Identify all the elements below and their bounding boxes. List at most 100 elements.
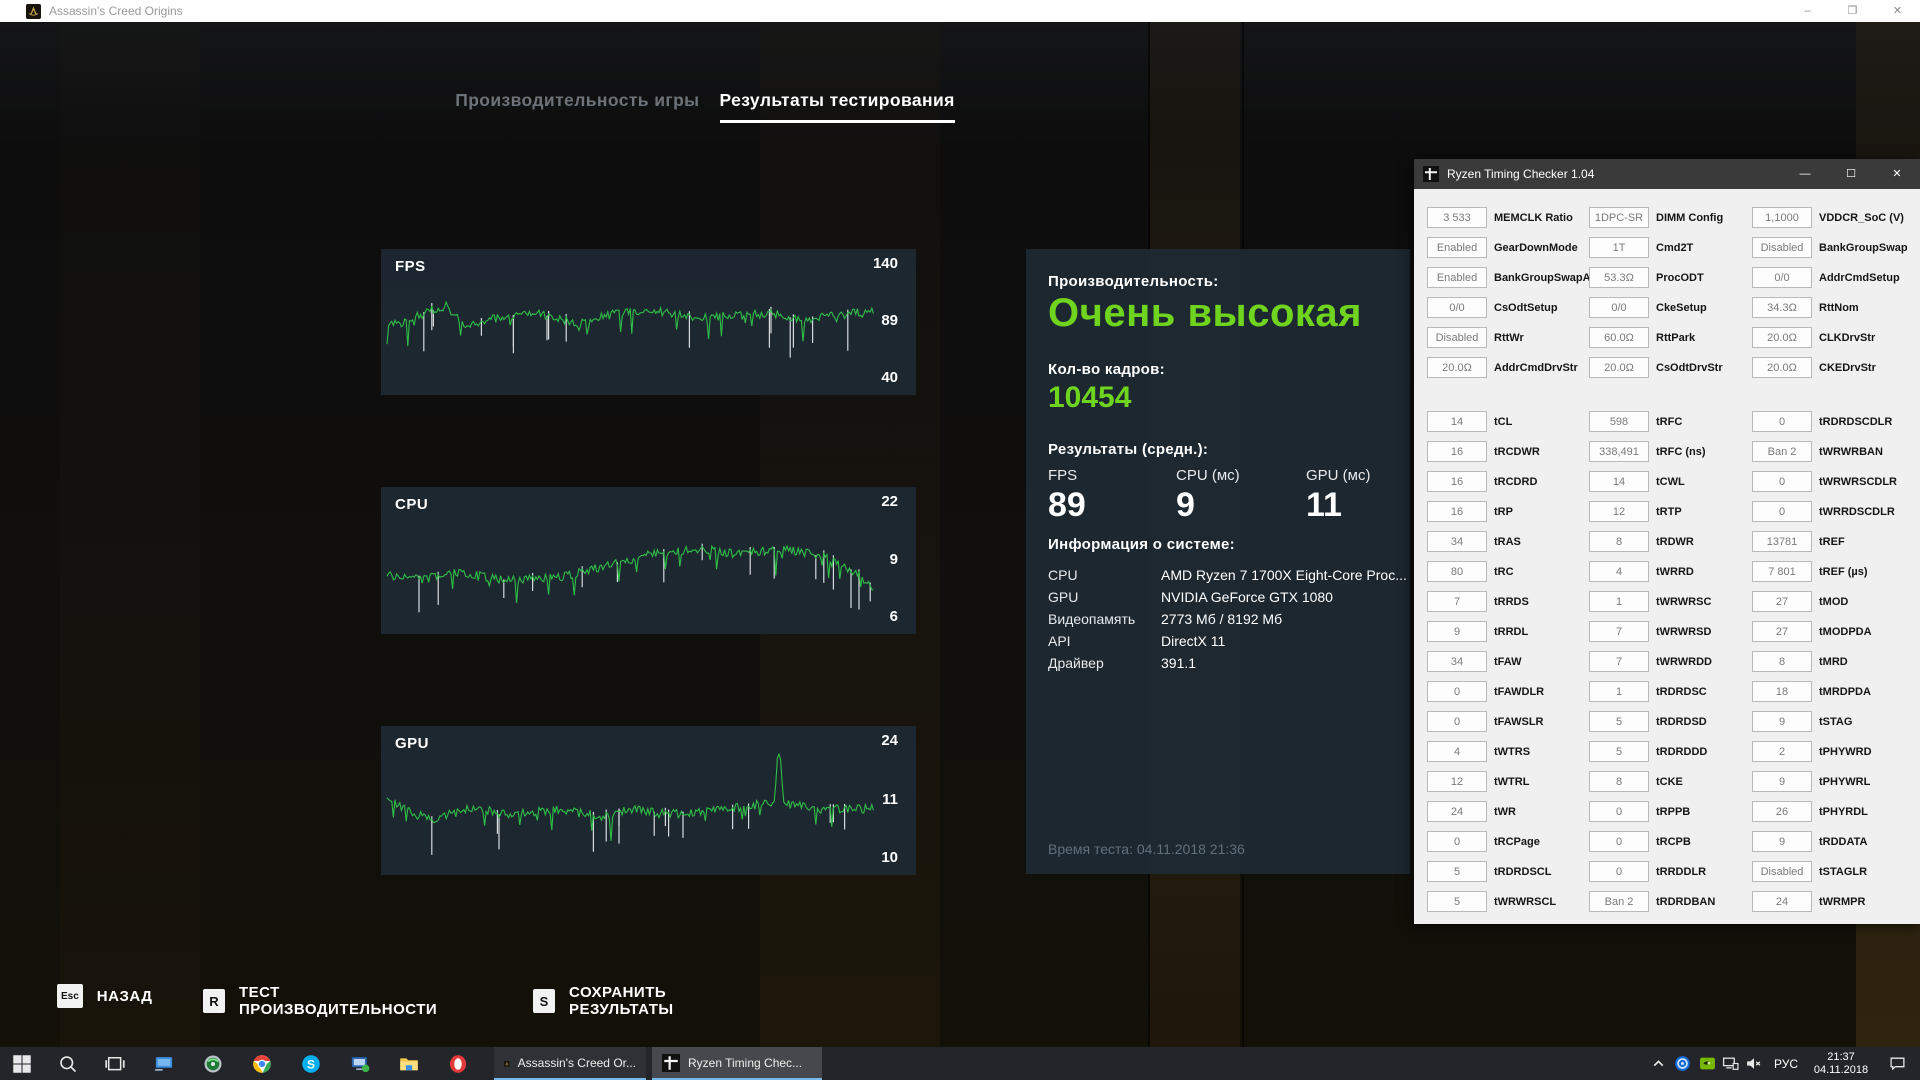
rtc-value-box[interactable]: Ban 2 bbox=[1752, 441, 1812, 462]
rtc-value-box[interactable]: 0/0 bbox=[1752, 267, 1812, 288]
rtc-value-box[interactable]: 4 bbox=[1589, 561, 1649, 582]
rtc-value-box[interactable]: 9 bbox=[1427, 621, 1487, 642]
rtc-value-box[interactable]: 0 bbox=[1589, 831, 1649, 852]
rtc-value-box[interactable]: 7 bbox=[1427, 591, 1487, 612]
tab-game-performance[interactable]: Производительность игры bbox=[455, 90, 699, 123]
rtc-value-box[interactable]: 0/0 bbox=[1427, 297, 1487, 318]
file-explorer-icon[interactable] bbox=[389, 1047, 429, 1080]
rtc-value-box[interactable]: 338,491 bbox=[1589, 441, 1649, 462]
tab-test-results[interactable]: Результаты тестирования bbox=[719, 90, 955, 123]
rtc-value-box[interactable]: 0 bbox=[1752, 501, 1812, 522]
rtc-value-box[interactable]: 1,1000 bbox=[1752, 207, 1812, 228]
display-app-icon[interactable] bbox=[144, 1047, 184, 1080]
rtc-value-box[interactable]: 0/0 bbox=[1589, 297, 1649, 318]
rtc-value-box[interactable]: 2 bbox=[1752, 741, 1812, 762]
rtc-value-box[interactable]: 0 bbox=[1752, 411, 1812, 432]
close-button[interactable]: ✕ bbox=[1875, 0, 1920, 22]
rtc-value-box[interactable]: 14 bbox=[1589, 471, 1649, 492]
blue-ring-icon[interactable] bbox=[1670, 1047, 1694, 1080]
rtc-minimize-button[interactable]: — bbox=[1782, 159, 1828, 189]
rtc-value-box[interactable]: 9 bbox=[1752, 711, 1812, 732]
rtc-value-box[interactable]: 26 bbox=[1752, 801, 1812, 822]
rtc-value-box[interactable]: 9 bbox=[1752, 771, 1812, 792]
rtc-value-box[interactable]: 0 bbox=[1427, 711, 1487, 732]
rtc-value-box[interactable]: 27 bbox=[1752, 621, 1812, 642]
rtc-value-box[interactable]: 3 533 bbox=[1427, 207, 1487, 228]
rtc-value-box[interactable]: 0 bbox=[1427, 681, 1487, 702]
language-indicator[interactable]: РУС bbox=[1766, 1047, 1806, 1080]
hidden-icons-chevron-icon[interactable] bbox=[1646, 1047, 1670, 1080]
nvidia-icon[interactable] bbox=[1695, 1047, 1719, 1080]
rtc-value-box[interactable]: 1T bbox=[1589, 237, 1649, 258]
rtc-value-box[interactable]: 16 bbox=[1427, 471, 1487, 492]
rtc-close-button[interactable]: ✕ bbox=[1874, 159, 1920, 189]
rtc-value-box[interactable]: 5 bbox=[1427, 861, 1487, 882]
rtc-maximize-button[interactable]: ☐ bbox=[1828, 159, 1874, 189]
rtc-value-box[interactable]: 34 bbox=[1427, 531, 1487, 552]
rtc-value-box[interactable]: 24 bbox=[1427, 801, 1487, 822]
rtc-value-box[interactable]: 53.3Ω bbox=[1589, 267, 1649, 288]
rtc-value-box[interactable]: 12 bbox=[1427, 771, 1487, 792]
volume-muted-icon[interactable] bbox=[1741, 1047, 1765, 1080]
rtc-value-box[interactable]: 13781 bbox=[1752, 531, 1812, 552]
rtc-value-box[interactable]: 598 bbox=[1589, 411, 1649, 432]
task-view-icon[interactable] bbox=[95, 1047, 135, 1080]
rtc-value-box[interactable]: 8 bbox=[1752, 651, 1812, 672]
minimize-button[interactable]: – bbox=[1785, 0, 1830, 22]
rtc-value-box[interactable]: 20.0Ω bbox=[1752, 327, 1812, 348]
rtc-value-box[interactable]: 7 801 bbox=[1752, 561, 1812, 582]
rtc-value-box[interactable]: 5 bbox=[1427, 891, 1487, 912]
network-icon[interactable] bbox=[1718, 1047, 1742, 1080]
rtc-value-box[interactable]: 14 bbox=[1427, 411, 1487, 432]
rtc-value-box[interactable]: 0 bbox=[1752, 471, 1812, 492]
rtc-value-box[interactable]: 5 bbox=[1589, 711, 1649, 732]
rtc-value-box[interactable]: 1 bbox=[1589, 591, 1649, 612]
rtc-value-box[interactable]: 80 bbox=[1427, 561, 1487, 582]
rtc-value-box[interactable]: 8 bbox=[1589, 531, 1649, 552]
rtc-value-box[interactable]: 1 bbox=[1589, 681, 1649, 702]
rtc-value-box[interactable]: Enabled bbox=[1427, 267, 1487, 288]
taskbar-app-assassins-creed[interactable]: Assassin's Creed Or... bbox=[494, 1047, 646, 1080]
rtc-titlebar[interactable]: Ryzen Timing Checker 1.04 — ☐ ✕ bbox=[1414, 159, 1920, 189]
rtc-value-box[interactable]: 8 bbox=[1589, 771, 1649, 792]
chrome-icon[interactable] bbox=[242, 1047, 282, 1080]
footer-button-back[interactable]: Esc НАЗАД bbox=[57, 984, 152, 1008]
action-center-icon[interactable] bbox=[1882, 1047, 1912, 1080]
opera-icon[interactable] bbox=[438, 1047, 478, 1080]
daemon-tools-icon[interactable] bbox=[193, 1047, 233, 1080]
footer-button-save-results[interactable]: S СОХРАНИТЬ РЕЗУЛЬТАТЫ bbox=[533, 984, 674, 1018]
rtc-value-box[interactable]: 34.3Ω bbox=[1752, 297, 1812, 318]
rtc-value-box[interactable]: 9 bbox=[1752, 831, 1812, 852]
search-icon[interactable] bbox=[48, 1047, 88, 1080]
rtc-value-box[interactable]: 0 bbox=[1589, 801, 1649, 822]
rtc-value-box[interactable]: 18 bbox=[1752, 681, 1812, 702]
rtc-value-box[interactable]: 60.0Ω bbox=[1589, 327, 1649, 348]
rtc-value-box[interactable]: 4 bbox=[1427, 741, 1487, 762]
rtc-value-box[interactable]: 20.0Ω bbox=[1752, 357, 1812, 378]
rtc-value-box[interactable]: 27 bbox=[1752, 591, 1812, 612]
start-icon[interactable] bbox=[2, 1047, 42, 1080]
rtc-value-box[interactable]: 34 bbox=[1427, 651, 1487, 672]
skype-icon[interactable]: S bbox=[291, 1047, 331, 1080]
rtc-value-box[interactable]: 1DPC-SR bbox=[1589, 207, 1649, 228]
rtc-value-box[interactable]: 16 bbox=[1427, 441, 1487, 462]
taskbar-app-ryzen-timing-checker[interactable]: Ryzen Timing Chec... bbox=[652, 1047, 822, 1080]
footer-button-run-test[interactable]: R ТЕСТ ПРОИЗВОДИТЕЛЬНОСТИ bbox=[203, 984, 437, 1018]
rtc-value-box[interactable]: 20.0Ω bbox=[1589, 357, 1649, 378]
rtc-value-box[interactable]: 0 bbox=[1589, 861, 1649, 882]
rtc-value-box[interactable]: Disabled bbox=[1752, 237, 1812, 258]
rtc-value-box[interactable]: 20.0Ω bbox=[1427, 357, 1487, 378]
rtc-value-box[interactable]: Enabled bbox=[1427, 237, 1487, 258]
rtc-value-box[interactable]: Ban 2 bbox=[1589, 891, 1649, 912]
rtc-value-box[interactable]: 5 bbox=[1589, 741, 1649, 762]
rtc-value-box[interactable]: 12 bbox=[1589, 501, 1649, 522]
rtc-value-box[interactable]: Disabled bbox=[1427, 327, 1487, 348]
rtc-value-box[interactable]: 16 bbox=[1427, 501, 1487, 522]
rtc-value-box[interactable]: 7 bbox=[1589, 621, 1649, 642]
rtc-value-box[interactable]: 7 bbox=[1589, 651, 1649, 672]
restore-button[interactable]: ❐ bbox=[1830, 0, 1875, 22]
rtc-value-box[interactable]: Disabled bbox=[1752, 861, 1812, 882]
taskbar-clock[interactable]: 21:37 04.11.2018 bbox=[1808, 1047, 1874, 1080]
rtc-value-box[interactable]: 0 bbox=[1427, 831, 1487, 852]
rtc-value-box[interactable]: 24 bbox=[1752, 891, 1812, 912]
